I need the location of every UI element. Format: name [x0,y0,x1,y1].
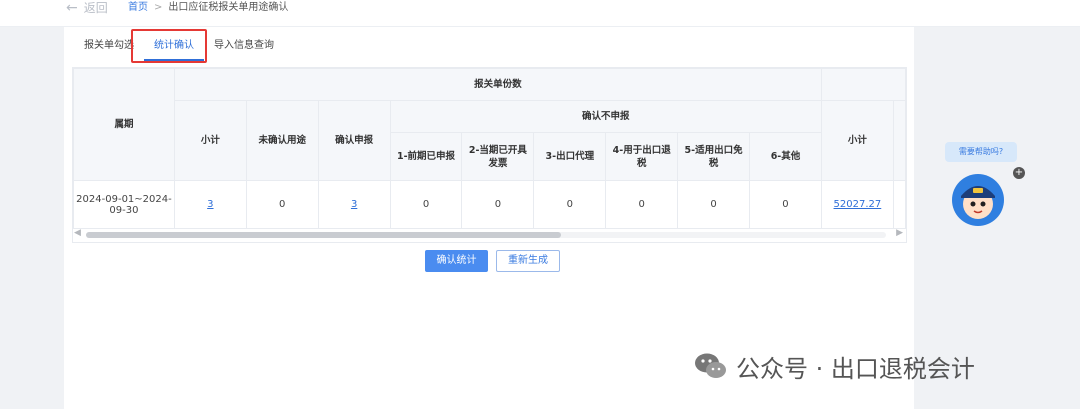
group-header-not-declare: 确认不申报 [389,100,822,133]
col-header-confirm-declare: 确认申报 [317,100,391,181]
col-header-subtotal: 小计 [173,100,247,181]
col-header-tax-exempt: 5-适用出口免税 [677,132,751,181]
cell-unconfirmed: 0 [245,180,319,229]
cell-overflow [892,180,906,229]
cell-for-refund: 0 [605,180,679,229]
tab-stat-confirm[interactable]: 统计确认 [144,37,204,61]
cell-confirm-declare: 3 [317,180,391,229]
watermark: 公众号 · 出口退税会计 [694,346,975,386]
cell-current-invoiced: 0 [461,180,535,229]
watermark-text: 公众号 · 出口退税会计 [736,354,975,383]
back-label: 返回 [83,1,108,15]
cell-prior-declared: 0 [389,180,463,229]
subtotal-2-link[interactable]: 52027.27 [834,199,882,210]
scroll-right-icon[interactable]: ▶ [896,228,903,238]
col-header-other: 6-其他 [749,132,822,181]
table-row: 2024-09-01~2024-09-30 3 0 3 0 0 0 0 0 0 … [73,180,906,229]
stats-table-container: 属期 报关单份数 小计 未确认用途 确认申报 确认不申报 小计 1-前期已申报 … [72,67,907,243]
col-header-prior-declared: 1-前期已申报 [389,132,463,181]
horizontal-scrollbar[interactable]: ◀ ▶ [72,228,905,240]
confirm-stat-button[interactable]: 确认统计 [425,250,488,272]
col-header-for-refund: 4-用于出口退税 [605,132,679,181]
col-header-unconfirmed: 未确认用途 [245,100,319,181]
tab-bar: 报关单勾选 统计确认 导入信息查询 [74,37,284,61]
cell-other: 0 [749,180,822,229]
breadcrumb: 首页 > 出口应征税报关单用途确认 [128,0,288,16]
subtotal-link[interactable]: 3 [207,199,213,210]
breadcrumb-home[interactable]: 首页 [128,0,148,16]
cell-tax-exempt: 0 [677,180,751,229]
breadcrumb-current: 出口应征税报关单用途确认 [168,2,289,13]
tab-import-query[interactable]: 导入信息查询 [204,37,284,59]
group-header-main: 报关单份数 [173,68,822,101]
col-header-current-invoiced: 2-当期已开具发票 [461,132,535,181]
col-header-export-agent: 3-出口代理 [533,132,607,181]
stats-table: 属期 报关单份数 小计 未确认用途 确认申报 确认不申报 小计 1-前期已申报 … [73,68,906,229]
scroll-left-icon[interactable]: ◀ [74,228,81,238]
assistant-mascot-icon[interactable] [948,168,1008,228]
top-bar: ← 返回 首页 > 出口应征税报关单用途确认 [0,0,1080,27]
cell-subtotal-2: 52027.27 [820,180,894,229]
wechat-icon [695,353,726,378]
back-link[interactable]: ← 返回 [66,0,108,16]
confirm-declare-link[interactable]: 3 [351,199,357,210]
back-arrow-icon: ← [66,0,78,16]
col-header-subtotal-2: 小计 [820,100,894,181]
cell-export-agent: 0 [533,180,607,229]
tab-declaration-select[interactable]: 报关单勾选 [74,37,144,59]
cell-period: 2024-09-01~2024-09-30 [73,180,175,229]
col-header-overflow [892,100,906,181]
scrollbar-thumb[interactable] [86,232,561,238]
help-bubble[interactable]: 需要帮助吗? [945,142,1017,162]
breadcrumb-separator: > [154,2,163,13]
col-header-period: 属期 [73,68,175,181]
group-header-right [820,68,906,101]
expand-plus-icon[interactable]: + [1013,167,1025,179]
regenerate-button[interactable]: 重新生成 [496,250,560,272]
cell-subtotal: 3 [173,180,247,229]
